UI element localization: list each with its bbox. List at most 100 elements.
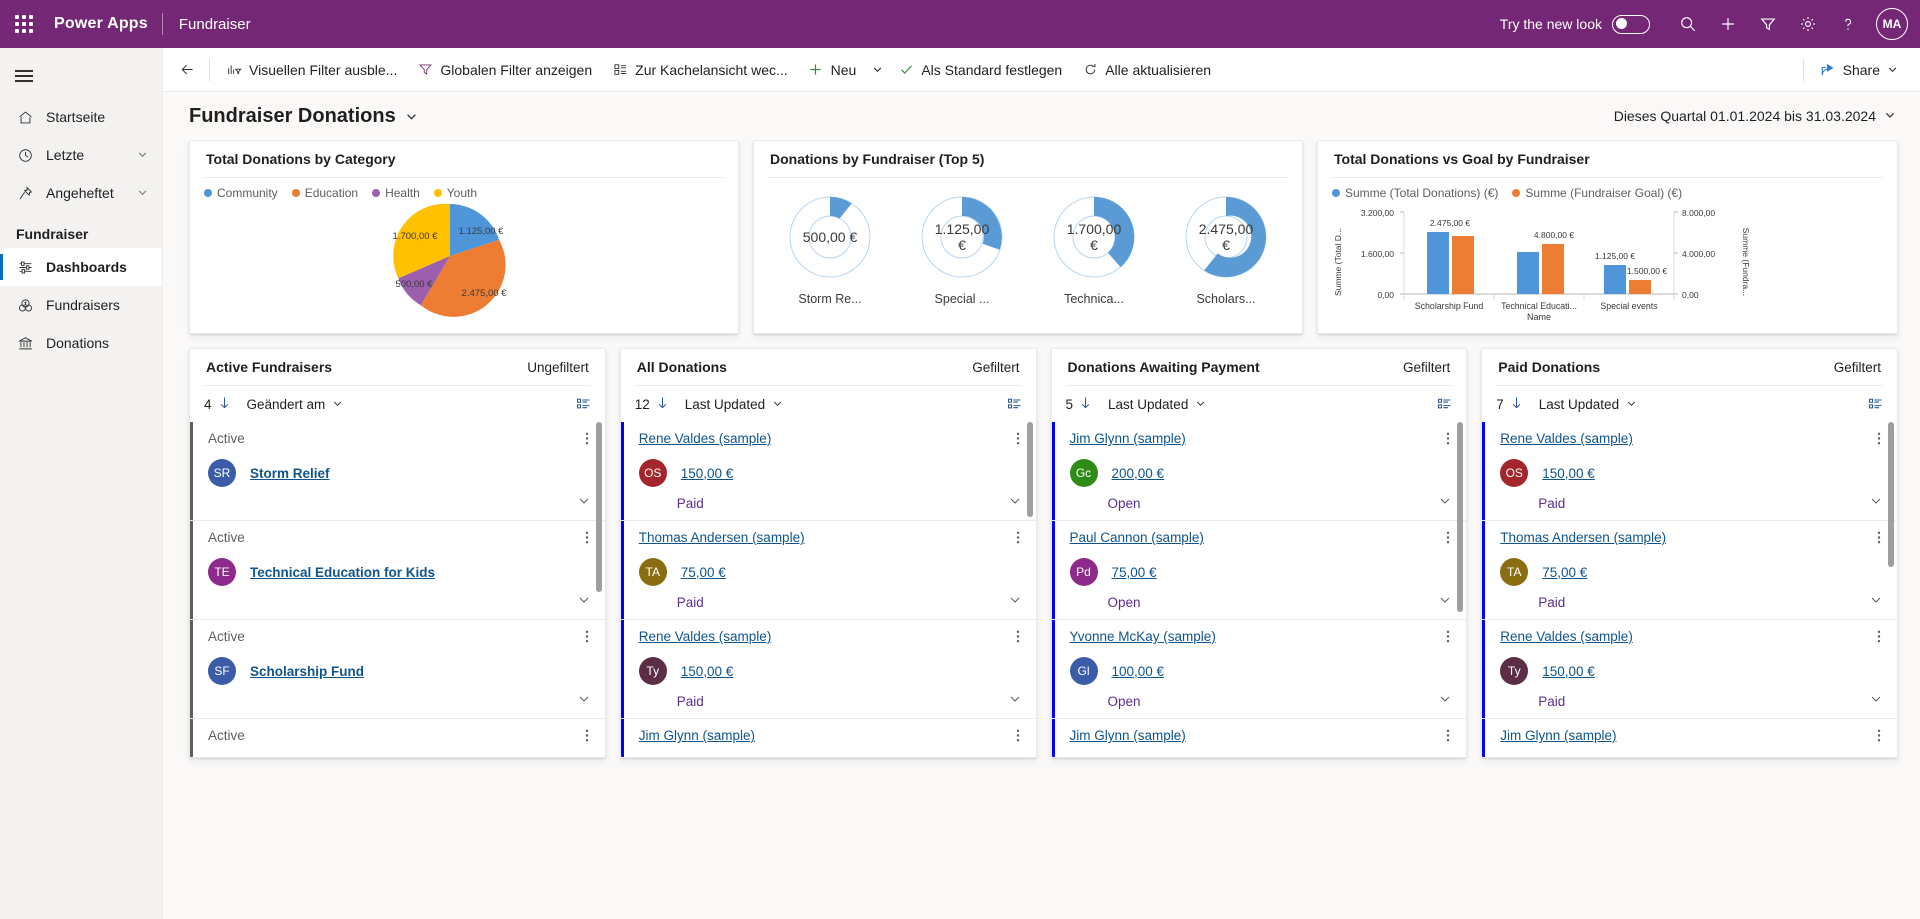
hide-visual-filter-button[interactable]: Visuellen Filter ausble...	[216, 54, 407, 86]
pie-chart[interactable]: 1.125,00 € 2.475,00 € 500,00 € 1.700,00 …	[190, 200, 738, 318]
expand-chevron-down-icon[interactable]	[1869, 494, 1883, 513]
status-badge[interactable]: Paid	[677, 496, 704, 511]
more-options-icon[interactable]	[1014, 530, 1022, 550]
status-badge[interactable]: Paid	[677, 694, 704, 709]
waffle-icon[interactable]	[0, 0, 48, 48]
list-scrollbar-thumb[interactable]	[1457, 422, 1464, 612]
chevron-down-icon[interactable]	[1887, 62, 1898, 78]
expand-chevron-down-icon[interactable]	[1438, 494, 1452, 513]
donor-name-link[interactable]: Jim Glynn (sample)	[1070, 728, 1186, 743]
donut-item[interactable]: 1.125,00 € Special ...	[912, 190, 1012, 306]
legend-item[interactable]: Youth	[433, 186, 477, 200]
more-options-icon[interactable]	[1014, 728, 1022, 748]
list-item[interactable]: Active SR Storm Relief	[190, 422, 605, 521]
dashboard-selector-chevron-down-icon[interactable]	[405, 110, 418, 123]
sort-field-selector[interactable]: Last Updated	[1539, 397, 1637, 412]
legend-item[interactable]: Health	[372, 186, 420, 200]
list-view-icon[interactable]	[576, 397, 591, 412]
donor-name-link[interactable]: Rene Valdes (sample)	[1500, 629, 1633, 644]
list-item[interactable]: Active SF Scholarship Fund	[190, 620, 605, 719]
donor-name-link[interactable]: Jim Glynn (sample)	[1070, 431, 1186, 446]
legend-item[interactable]: Community	[204, 186, 278, 200]
list-view-icon[interactable]	[1007, 397, 1022, 412]
donor-name-link[interactable]: Jim Glynn (sample)	[1500, 728, 1616, 743]
sort-desc-icon[interactable]	[656, 396, 669, 412]
donor-name-link[interactable]: Yvonne McKay (sample)	[1070, 629, 1216, 644]
bar-special-donations[interactable]	[1604, 265, 1626, 294]
donut-item[interactable]: 500,00 € Storm Re...	[780, 190, 880, 306]
amount-link[interactable]: 200,00 €	[1112, 466, 1165, 481]
sidebar-item-fundraisers[interactable]: Fundraisers	[0, 286, 162, 324]
list-scroll-region[interactable]: Active SR Storm Relief Active TE Technic…	[190, 422, 605, 757]
gear-icon[interactable]	[1788, 0, 1828, 48]
bar-scholarship-goal[interactable]	[1452, 236, 1474, 294]
list-scroll-region[interactable]: Rene Valdes (sample) OS 150,00 € Paid Th…	[1482, 422, 1897, 757]
more-options-icon[interactable]	[583, 530, 591, 550]
donor-name-link[interactable]: Paul Cannon (sample)	[1070, 530, 1204, 545]
help-icon[interactable]	[1828, 0, 1868, 48]
donut-item[interactable]: 1.700,00 € Technica...	[1044, 190, 1144, 306]
list-item[interactable]: Rene Valdes (sample) Ty 150,00 € Paid	[1482, 620, 1897, 719]
expand-chevron-down-icon[interactable]	[1438, 593, 1452, 612]
list-scrollbar-thumb[interactable]	[1026, 422, 1033, 517]
more-options-icon[interactable]	[1875, 629, 1883, 649]
list-item[interactable]: Jim Glynn (sample) Gc 200,00 € Open	[1051, 422, 1467, 521]
amount-link[interactable]: 150,00 €	[1542, 466, 1595, 481]
list-item[interactable]: Jim Glynn (sample)	[1482, 719, 1897, 757]
donor-name-link[interactable]: Rene Valdes (sample)	[639, 629, 772, 644]
bar-technical-donations[interactable]	[1517, 252, 1539, 294]
list-item[interactable]: Active	[190, 719, 605, 757]
donor-name-link[interactable]: Jim Glynn (sample)	[639, 728, 755, 743]
share-button[interactable]: Share	[1810, 54, 1908, 86]
new-look-toggle[interactable]	[1612, 14, 1650, 34]
filter-icon[interactable]	[1748, 0, 1788, 48]
expand-chevron-down-icon[interactable]	[1438, 692, 1452, 711]
expand-chevron-down-icon[interactable]	[1008, 692, 1022, 711]
donor-name-link[interactable]: Thomas Andersen (sample)	[639, 530, 805, 545]
donor-name-link[interactable]: Rene Valdes (sample)	[639, 431, 772, 446]
more-options-icon[interactable]	[1444, 728, 1452, 748]
sort-desc-icon[interactable]	[1079, 396, 1092, 412]
amount-link[interactable]: 75,00 €	[1542, 565, 1587, 580]
list-item[interactable]: Paul Cannon (sample) Pd 75,00 € Open	[1051, 521, 1467, 620]
sort-desc-icon[interactable]	[1510, 396, 1523, 412]
expand-chevron-down-icon[interactable]	[577, 494, 591, 513]
avatar[interactable]: MA	[1876, 8, 1908, 40]
bar-technical-goal[interactable]	[1542, 244, 1564, 294]
chevron-down-icon[interactable]	[137, 185, 148, 201]
status-badge[interactable]: Open	[1108, 694, 1141, 709]
hamburger-icon[interactable]	[0, 54, 48, 98]
chevron-down-icon[interactable]	[137, 147, 148, 163]
list-scroll-region[interactable]: Rene Valdes (sample) OS 150,00 € Paid Th…	[620, 422, 1036, 757]
more-options-icon[interactable]	[1444, 530, 1452, 550]
sidebar-item-donations[interactable]: Donations	[0, 324, 162, 362]
status-badge[interactable]: Paid	[1538, 595, 1565, 610]
switch-to-tile-view-button[interactable]: Zur Kachelansicht wec...	[602, 54, 798, 86]
amount-link[interactable]: 75,00 €	[681, 565, 726, 580]
more-options-icon[interactable]	[1444, 629, 1452, 649]
donor-name-link[interactable]: Rene Valdes (sample)	[1500, 431, 1633, 446]
status-badge[interactable]: Open	[1108, 595, 1141, 610]
brand-label[interactable]: Power Apps	[48, 15, 162, 33]
sort-field-selector[interactable]: Last Updated	[685, 397, 783, 412]
list-item[interactable]: Jim Glynn (sample)	[1051, 719, 1467, 757]
list-scrollbar-thumb[interactable]	[1888, 422, 1894, 567]
more-options-icon[interactable]	[1875, 728, 1883, 748]
more-options-icon[interactable]	[583, 629, 591, 649]
bar-chart[interactable]: Summe (Total D... Summe (Fundra... 3.200…	[1332, 200, 1752, 322]
more-options-icon[interactable]	[1875, 431, 1883, 451]
expand-chevron-down-icon[interactable]	[577, 692, 591, 711]
list-item[interactable]: Active TE Technical Education for Kids	[190, 521, 605, 620]
list-item[interactable]: Rene Valdes (sample) OS 150,00 € Paid	[620, 422, 1036, 521]
more-options-icon[interactable]	[583, 431, 591, 451]
expand-chevron-down-icon[interactable]	[1869, 593, 1883, 612]
sidebar-item-dashboards[interactable]: Dashboards	[0, 248, 162, 286]
legend-item[interactable]: Summe (Fundraiser Goal) (€)	[1512, 186, 1682, 200]
new-button[interactable]: Neu	[798, 54, 867, 86]
status-badge[interactable]: Paid	[677, 595, 704, 610]
more-options-icon[interactable]	[1444, 431, 1452, 451]
expand-chevron-down-icon[interactable]	[1008, 494, 1022, 513]
bar-scholarship-donations[interactable]	[1427, 232, 1449, 294]
amount-link[interactable]: 75,00 €	[1112, 565, 1157, 580]
plus-icon[interactable]	[1708, 0, 1748, 48]
